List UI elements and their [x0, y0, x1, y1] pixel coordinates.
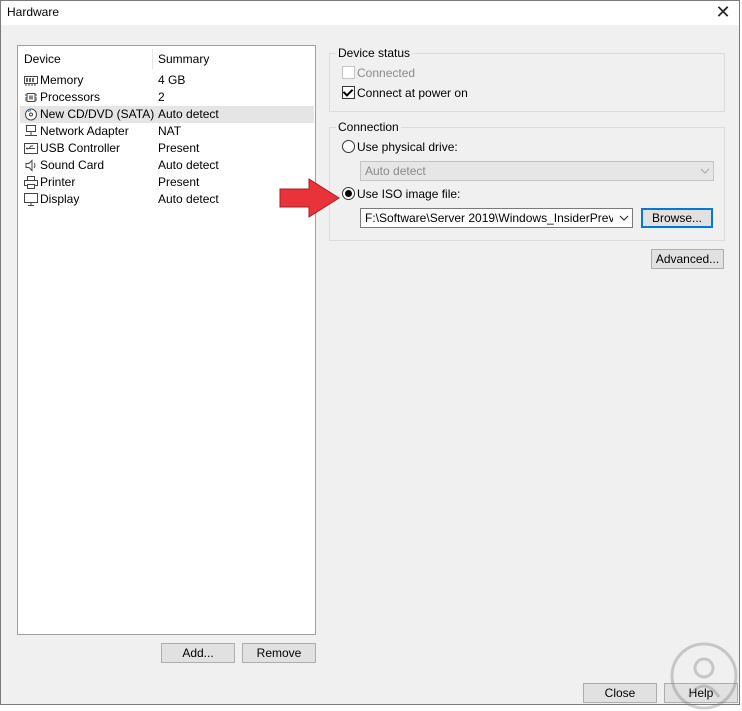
- device-row-processors[interactable]: Processors 2: [20, 89, 314, 106]
- remove-button[interactable]: Remove: [242, 643, 316, 663]
- device-summary: 4 GB: [158, 73, 186, 87]
- use-iso-image-radio[interactable]: [342, 187, 355, 200]
- close-window-icon[interactable]: ✕: [711, 1, 735, 25]
- physical-drive-select[interactable]: Auto detect: [360, 161, 714, 181]
- memory-icon: [24, 76, 38, 86]
- device-row-printer[interactable]: Printer Present: [20, 174, 314, 191]
- use-physical-drive-label: Use physical drive:: [357, 140, 458, 154]
- use-iso-image-label: Use ISO image file:: [357, 187, 461, 201]
- connected-label: Connected: [357, 66, 416, 80]
- device-name: Sound Card: [40, 158, 105, 172]
- hardware-dialog: Hardware ✕ Device Summary Memory 4 GB Pr…: [0, 0, 740, 710]
- summary-column-header[interactable]: Summary: [158, 46, 209, 72]
- connection-title: Connection: [336, 120, 401, 134]
- device-summary: 2: [158, 90, 165, 104]
- window-title: Hardware: [7, 5, 60, 19]
- printer-icon: [24, 176, 38, 189]
- device-summary: Auto detect: [158, 158, 219, 172]
- connect-at-power-on-checkbox[interactable]: [342, 86, 355, 99]
- device-summary: Auto detect: [158, 107, 219, 121]
- device-list: Device Summary Memory 4 GB Processors 2 …: [17, 45, 316, 635]
- device-summary: NAT: [158, 124, 182, 138]
- device-name: Processors: [40, 90, 101, 104]
- device-name: Display: [40, 192, 80, 206]
- device-row-sound-card[interactable]: Sound Card Auto detect: [20, 157, 314, 174]
- iso-path-combobox[interactable]: F:\Software\Server 2019\Windows_InsiderP…: [360, 208, 633, 228]
- browse-button[interactable]: Browse...: [641, 208, 713, 228]
- device-summary: Present: [158, 141, 200, 155]
- iso-path-value: F:\Software\Server 2019\Windows_InsiderP…: [365, 211, 613, 225]
- radio-dot: [345, 190, 352, 197]
- connected-checkbox[interactable]: [342, 66, 355, 79]
- device-row-network-adapter[interactable]: Network Adapter NAT: [20, 123, 314, 140]
- device-status-title: Device status: [336, 46, 413, 60]
- device-summary: Auto detect: [158, 192, 219, 206]
- speaker-icon: [25, 159, 36, 172]
- usb-icon: [24, 143, 38, 154]
- title-bar: Hardware ✕: [1, 1, 739, 25]
- device-row-cd-dvd[interactable]: New CD/DVD (SATA) Auto detect: [20, 106, 314, 123]
- device-row-memory[interactable]: Memory 4 GB: [20, 72, 314, 89]
- device-name: New CD/DVD (SATA): [40, 107, 155, 121]
- device-name: USB Controller: [40, 141, 121, 155]
- device-row-display[interactable]: Display Auto detect: [20, 191, 314, 208]
- connect-at-power-on-label: Connect at power on: [357, 86, 468, 100]
- use-physical-drive-radio[interactable]: [342, 140, 355, 153]
- device-column-header[interactable]: Device: [24, 46, 61, 72]
- chevron-down-icon[interactable]: [619, 213, 629, 223]
- red-arrow-annotation: [279, 178, 340, 218]
- device-status-group: Device status: [329, 46, 725, 112]
- advanced-button[interactable]: Advanced...: [651, 249, 724, 269]
- check-mark-icon: [342, 86, 354, 97]
- physical-drive-value: Auto detect: [365, 164, 426, 178]
- device-name: Memory: [40, 73, 84, 87]
- device-row-usb-controller[interactable]: USB Controller Present: [20, 140, 314, 157]
- device-name: Printer: [40, 175, 76, 189]
- add-button[interactable]: Add...: [161, 643, 235, 663]
- close-button[interactable]: Close: [583, 683, 657, 703]
- cd-dvd-icon: [25, 108, 37, 121]
- monitor-icon: [24, 193, 38, 206]
- device-summary: Present: [158, 175, 200, 189]
- chevron-down-icon: [700, 168, 710, 174]
- processor-icon: [25, 93, 37, 102]
- watermark-logo: [670, 642, 738, 710]
- column-separator: [152, 49, 153, 69]
- network-icon: [25, 125, 37, 136]
- device-name: Network Adapter: [40, 124, 129, 138]
